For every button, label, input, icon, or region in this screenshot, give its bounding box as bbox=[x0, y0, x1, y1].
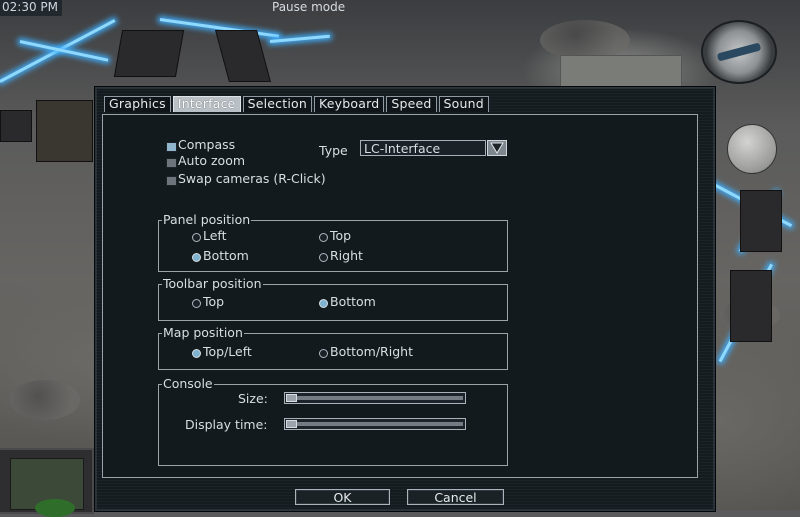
tab-interface[interactable]: Interface bbox=[172, 96, 241, 112]
compass-label: Compass bbox=[178, 137, 236, 152]
slider-thumb[interactable] bbox=[286, 420, 297, 428]
panel-right-label: Right bbox=[330, 248, 363, 263]
swap-cameras-checkbox[interactable] bbox=[166, 176, 177, 186]
console-display-time-slider[interactable] bbox=[284, 418, 466, 430]
tab-keyboard[interactable]: Keyboard bbox=[313, 96, 385, 112]
enemy-structure bbox=[215, 30, 271, 82]
compass-widget[interactable] bbox=[701, 20, 777, 84]
minimap-terrain bbox=[35, 499, 75, 517]
map-position-title: Map position bbox=[162, 325, 244, 340]
console-size-slider[interactable] bbox=[284, 392, 466, 404]
console-display-time-label: Display time: bbox=[185, 417, 268, 432]
options-window: Graphics Interface Selection Keyboard Sp… bbox=[94, 86, 716, 512]
clock-display: 02:30 PM bbox=[0, 0, 62, 16]
console-size-label: Size: bbox=[238, 391, 268, 406]
map-bottomright-label: Bottom/Right bbox=[330, 344, 413, 359]
compass-needle-icon bbox=[716, 42, 762, 62]
interface-panel: Compass Auto zoom Swap cameras (R-Click)… bbox=[102, 114, 698, 478]
map-bottomright-radio[interactable] bbox=[319, 349, 328, 358]
console-title: Console bbox=[162, 376, 214, 391]
toolbar-position-group: Toolbar position Top Bottom bbox=[158, 277, 508, 321]
compass-checkbox[interactable] bbox=[166, 142, 177, 152]
enemy-structure bbox=[740, 190, 782, 252]
console-group: Console Size: Display time: bbox=[158, 377, 508, 466]
panel-position-group: Panel position Left Top Bottom Right bbox=[158, 213, 508, 272]
toolbar-top-label: Top bbox=[203, 294, 225, 309]
panel-bottom-radio[interactable] bbox=[192, 253, 201, 262]
ridge-structure bbox=[560, 55, 682, 87]
tab-graphics[interactable]: Graphics bbox=[104, 96, 171, 112]
terrain-crater bbox=[10, 380, 80, 420]
slider-track bbox=[297, 422, 463, 426]
panel-right-radio[interactable] bbox=[319, 253, 328, 262]
tab-sound[interactable]: Sound bbox=[438, 96, 489, 112]
tab-speed[interactable]: Speed bbox=[386, 96, 437, 112]
moon-icon bbox=[727, 124, 777, 174]
auto-zoom-checkbox[interactable] bbox=[166, 158, 177, 168]
pause-status: Pause mode bbox=[272, 0, 346, 14]
map-topleft-label: Top/Left bbox=[203, 344, 252, 359]
toolbar-bottom-radio[interactable] bbox=[319, 299, 328, 308]
enemy-structure bbox=[0, 110, 32, 142]
ok-button[interactable]: OK bbox=[295, 489, 390, 505]
toolbar-position-title: Toolbar position bbox=[162, 276, 263, 291]
enemy-structure bbox=[36, 100, 93, 162]
minimap[interactable] bbox=[0, 448, 94, 517]
auto-zoom-label: Auto zoom bbox=[178, 153, 246, 168]
panel-bottom-label: Bottom bbox=[203, 248, 249, 263]
panel-left-label: Left bbox=[203, 228, 227, 243]
type-select[interactable]: LC-Interface bbox=[360, 140, 486, 156]
enemy-structure bbox=[113, 30, 185, 77]
panel-position-title: Panel position bbox=[162, 212, 252, 227]
swap-cameras-label: Swap cameras (R-Click) bbox=[178, 171, 326, 186]
map-position-group: Map position Top/Left Bottom/Right bbox=[158, 326, 508, 370]
type-label: Type bbox=[319, 143, 348, 158]
cancel-button[interactable]: Cancel bbox=[407, 489, 504, 505]
toolbar-bottom-label: Bottom bbox=[330, 294, 376, 309]
map-topleft-radio[interactable] bbox=[192, 349, 201, 358]
enemy-structure bbox=[730, 270, 772, 342]
panel-left-radio[interactable] bbox=[192, 233, 201, 242]
terrain-crater bbox=[540, 20, 630, 60]
dropdown-arrow-icon[interactable] bbox=[487, 140, 507, 156]
options-tabs: Graphics Interface Selection Keyboard Sp… bbox=[104, 96, 489, 112]
panel-top-radio[interactable] bbox=[319, 233, 328, 242]
panel-top-label: Top bbox=[330, 228, 352, 243]
minimap-view[interactable] bbox=[10, 458, 84, 517]
toolbar-top-radio[interactable] bbox=[192, 299, 201, 308]
energy-beam bbox=[19, 40, 109, 62]
slider-thumb[interactable] bbox=[286, 394, 297, 402]
tab-selection[interactable]: Selection bbox=[242, 96, 312, 112]
slider-track bbox=[297, 396, 463, 400]
